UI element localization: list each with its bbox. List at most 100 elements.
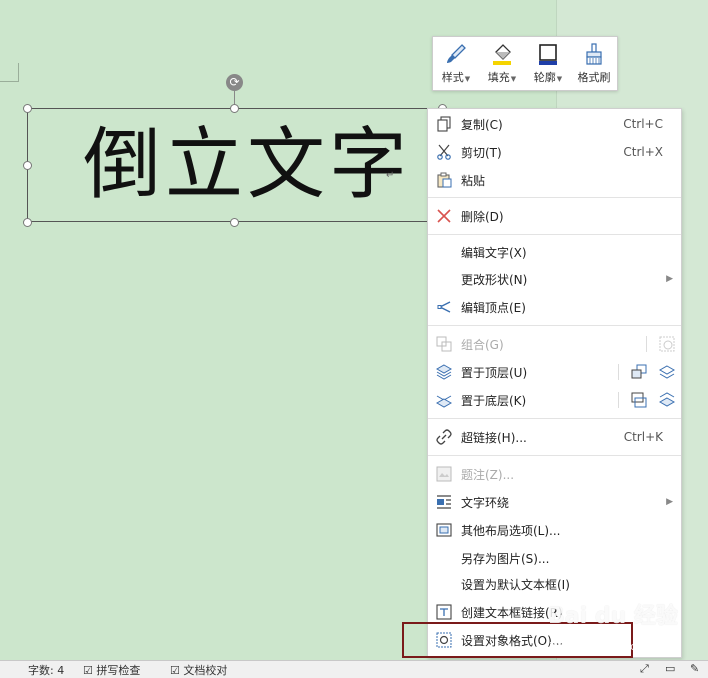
menu-item-text-wrap[interactable]: 文字环绕 ▶ [428, 488, 681, 516]
menu-item-delete[interactable]: 删除(D) [428, 202, 681, 230]
edit-mode-icon[interactable]: ✎ [690, 662, 699, 675]
layers-top-icon [436, 364, 452, 380]
rotate-stem [234, 91, 235, 104]
back-side-icons [618, 392, 675, 408]
doc-check-label: 文档校对 [183, 664, 228, 677]
style-button[interactable]: 样式▼ [433, 37, 479, 90]
shortcut-label: Ctrl+X [623, 145, 663, 159]
resize-handle-top-left[interactable] [23, 104, 32, 113]
textbox-text[interactable]: 倒立文字 [83, 117, 411, 213]
send-back-quick-icon[interactable] [659, 392, 675, 408]
front-side-icons [618, 364, 675, 380]
textbox-link-icon [436, 604, 452, 620]
menu-label: 置于底层(K) [461, 393, 527, 408]
chevron-down-icon: ▼ [510, 75, 517, 83]
group-quick-icon[interactable] [659, 336, 675, 352]
doc-check-button[interactable]: ☑ 文档校对 [170, 662, 227, 678]
link-icon [436, 429, 452, 445]
baidu-watermark: Bai du 经验 [548, 604, 678, 629]
layers-bottom-icon [436, 395, 452, 408]
bring-front-quick-icon[interactable] [659, 364, 675, 380]
status-bar: 字数: 4 ☑ 拼写检查 ☑ 文档校对 ⤢ ▭ ✎ [0, 660, 708, 678]
menu-item-change-shape[interactable]: 更改形状(N) ▶ [428, 265, 681, 293]
menu-item-bring-to-front[interactable]: 置于顶层(U) [428, 358, 681, 386]
menu-item-copy[interactable]: 复制(C) Ctrl+C [428, 110, 681, 138]
paste-icon [437, 172, 452, 188]
menu-separator [428, 234, 681, 235]
text-wrap-icon [437, 495, 451, 509]
margin-corner-mark [0, 63, 19, 82]
group-side-icons [646, 336, 675, 352]
format-painter-label: 格式刷 [577, 71, 611, 84]
chevron-down-icon: ▼ [556, 75, 563, 83]
menu-item-save-as-picture[interactable]: 另存为图片(S)... [428, 544, 681, 572]
outline-label: 轮廓 [533, 71, 556, 84]
menu-item-edit-points[interactable]: 编辑顶点(E) [428, 293, 681, 321]
floating-mini-toolbar: 样式▼ 填充▼ 轮廓▼ 格式刷 [432, 36, 618, 91]
scissors-icon [437, 144, 451, 160]
resize-handle-top[interactable] [230, 104, 239, 113]
menu-label: 粘贴 [461, 173, 486, 188]
paragraph-mark: ↵ [386, 170, 395, 181]
style-label: 样式 [441, 71, 464, 84]
menu-item-edit-text[interactable]: 编辑文字(X) [428, 238, 681, 266]
shortcut-label: Ctrl+C [623, 117, 663, 131]
submenu-arrow-icon: ▶ [666, 274, 673, 284]
menu-item-group[interactable]: 组合(G) [428, 330, 681, 358]
fill-bucket-icon [493, 44, 511, 65]
menu-label: 复制(C) [461, 117, 503, 132]
menu-label: 设置为默认文本框(I) [461, 577, 570, 592]
spell-check-label: 拼写检查 [96, 664, 141, 677]
menu-label: 题注(Z)... [461, 467, 515, 482]
menu-item-send-to-back[interactable]: 置于底层(K) [428, 386, 681, 414]
bring-forward-icon[interactable] [631, 364, 647, 380]
menu-item-caption[interactable]: 题注(Z)... [428, 460, 681, 488]
menu-item-more-layout[interactable]: 其他布局选项(L)... [428, 516, 681, 544]
menu-label: 编辑文字(X) [461, 245, 527, 260]
fill-button[interactable]: 填充▼ [479, 37, 525, 90]
fill-label: 填充 [487, 71, 510, 84]
menu-separator [428, 197, 681, 198]
delete-x-icon [437, 209, 451, 223]
menu-label: 编辑顶点(E) [461, 300, 526, 315]
resize-handle-left[interactable] [23, 161, 32, 170]
reading-mode-icon[interactable]: ▭ [665, 662, 675, 675]
brush-icon [447, 44, 466, 63]
shortcut-label: Ctrl+K [623, 430, 663, 444]
copy-icon [437, 116, 451, 132]
format-painter-icon [586, 43, 602, 65]
outline-button[interactable]: 轮廓▼ [525, 37, 571, 90]
send-backward-icon[interactable] [631, 392, 647, 408]
caption-icon [436, 466, 452, 482]
word-count[interactable]: 字数: 4 [28, 662, 64, 678]
outline-icon [539, 44, 557, 65]
menu-item-cut[interactable]: 剪切(T) Ctrl+X [428, 138, 681, 166]
menu-label: 其他布局选项(L)... [461, 523, 561, 538]
group-icon [436, 336, 452, 352]
submenu-arrow-icon: ▶ [666, 497, 673, 507]
menu-label: 另存为图片(S)... [461, 551, 550, 566]
resize-handle-bottom-left[interactable] [23, 218, 32, 227]
menu-label: 剪切(T) [461, 145, 502, 160]
menu-label: 文字环绕 [461, 495, 510, 510]
menu-separator [428, 325, 681, 326]
edit-points-icon [437, 301, 451, 313]
menu-separator [428, 418, 681, 419]
menu-separator [428, 455, 681, 456]
baidu-watermark-url: jingyan.baidu.com [546, 640, 648, 653]
selected-textbox[interactable]: 倒立文字 [27, 108, 443, 222]
fullscreen-icon[interactable]: ⤢ [640, 662, 649, 676]
chevron-down-icon: ▼ [464, 75, 471, 83]
context-menu: 复制(C) Ctrl+C 剪切(T) Ctrl+X 粘贴 删除(D) 编辑文字(… [427, 108, 682, 658]
menu-label: 置于顶层(U) [461, 365, 528, 380]
menu-label: 更改形状(N) [461, 272, 528, 287]
menu-label: 组合(G) [461, 337, 504, 352]
menu-item-paste[interactable]: 粘贴 [428, 166, 681, 194]
spell-check-button[interactable]: ☑ 拼写检查 [83, 662, 140, 678]
resize-handle-bottom[interactable] [230, 218, 239, 227]
format-painter-button[interactable]: 格式刷 [571, 37, 617, 90]
menu-item-hyperlink[interactable]: 超链接(H)... Ctrl+K [428, 423, 681, 451]
rotate-handle-icon[interactable]: ⟳ [226, 74, 243, 91]
menu-label: 超链接(H)... [461, 430, 527, 445]
menu-item-set-default-textbox[interactable]: 设置为默认文本框(I) [428, 570, 681, 598]
